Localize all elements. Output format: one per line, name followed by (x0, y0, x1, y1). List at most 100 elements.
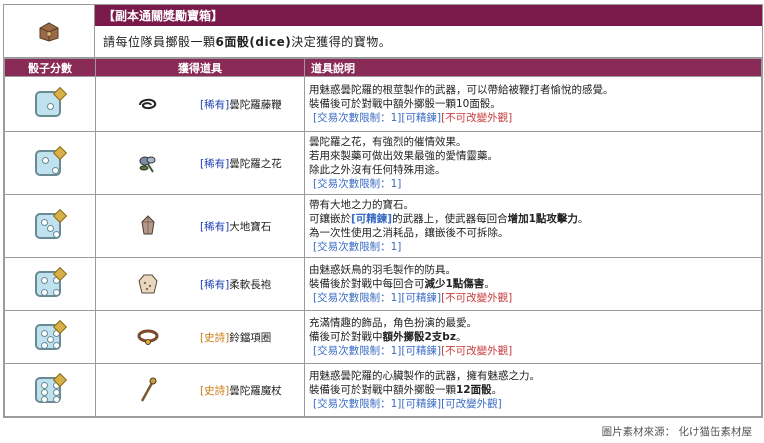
trade-limit-note: [交易次數限制：1][可精鍊] (313, 345, 442, 357)
item-description: 用魅惑曇陀羅的根莖製作的武器，可以帶給被鞭打者愉悅的感覺。 裝備後可於對戰中額外擲… (304, 76, 762, 132)
line-text: 。 (484, 278, 495, 290)
line-text: 充滿情趣的飾品，角色扮演的最愛。 (309, 317, 477, 329)
dice-6-icon (35, 372, 68, 405)
item-description: 曇陀羅之花，有強烈的催情效果。 若用來製藥可做出效果最強的愛情靈藥。 除此之外沒有任… (304, 131, 762, 195)
description-line: 為一次性使用之消耗品，鑲嵌後不可拆除。 (309, 226, 757, 240)
item-cell: [稀有]曇陀羅藤鞭 (95, 76, 305, 132)
reward-table: 骰子分數 獲得道具 道具說明 [稀有]曇陀羅藤鞭 用魅惑曇陀羅的根莖製作的武器，可… (4, 58, 762, 417)
description-line: 裝備後可於對戰中額外擲骰一顆10面骰。 (309, 97, 757, 111)
description-line: 曇陀羅之花，有強烈的催情效果。 (309, 135, 757, 149)
item-cell: [稀有]曇陀羅之花 (95, 131, 305, 195)
table-row: [稀有]柔軟長袍 由魅惑妖鳥的羽毛製作的防具。 裝備後於對戰中每回合可減少1點傷害。… (4, 257, 762, 311)
line-bold: 增加1點攻擊力 (507, 213, 578, 225)
item-name: [稀有]柔軟長袍 (200, 277, 271, 292)
item-cell: [稀有]大地寶石 (95, 194, 305, 258)
desc-text: 請每位隊員擲骰一顆 (103, 35, 216, 49)
whip-icon (96, 96, 200, 112)
dice-5-icon (35, 319, 68, 352)
description-line: 裝備後於對戰中每回合可減少1點傷害。 (309, 277, 757, 291)
dice-4-icon (35, 266, 68, 299)
line-text: 用魅惑曇陀羅的根莖製作的武器，可以帶給被鞭打者愉悅的感覺。 (309, 84, 614, 96)
table-row: [史詩]鈴鐺項圈 充滿情趣的飾品，角色扮演的最愛。 備後可於對戰中額外擲骰2支bz。… (4, 310, 762, 364)
line-bold: 12面骰 (456, 384, 492, 396)
item-description: 帶有大地之力的寶石。 可鑲嵌於[可精鍊]的武器上，使武器每回合增加1點攻擊力。 為一… (304, 194, 762, 258)
line-text: 裝備後可於對戰中額外擲骰一顆 (309, 384, 456, 396)
item-rarity-tag: [稀有] (200, 98, 230, 111)
trade-limit-note: [交易次數限制：1][可精鍊] (313, 112, 442, 124)
treasure-chest-icon (4, 5, 95, 57)
description-line: 可鑲嵌於[可精鍊]的武器上，使武器每回合增加1點攻擊力。 (309, 212, 757, 226)
line-text: 用魅惑曇陀羅的心臟製作的武器，擁有魅惑之力。 (309, 370, 540, 382)
line-bold: 額外擲骰2支bz (382, 331, 456, 343)
item-description: 充滿情趣的飾品，角色扮演的最愛。 備後可於對戰中額外擲骰2支bz。 [交易次數限制：… (304, 310, 762, 364)
description-line: 若用來製藥可做出效果最強的愛情靈藥。 (309, 149, 757, 163)
dice-3-icon (35, 208, 68, 241)
description-line: [交易次數限制：1][可精鍊][不可改變外觀] (309, 111, 757, 125)
table-row: [史詩]曇陀羅魔杖 用魅惑曇陀羅的心臟製作的武器，擁有魅惑之力。 裝備後可於對戰中額… (4, 363, 762, 417)
gem-icon (96, 215, 200, 237)
page-title: 【副本通關獎勵寶箱】 (95, 5, 762, 26)
description-line: [交易次數限制：1] (309, 240, 757, 254)
reward-table-frame: 【副本通關獎勵寶箱】 請每位隊員擲骰一顆 6面骰(dice) 決定獲得的寶物。 … (3, 4, 763, 418)
dice-1-icon (35, 86, 68, 119)
description-line: 用魅惑曇陀羅的心臟製作的武器，擁有魅惑之力。 (309, 369, 757, 383)
line-text: 裝備後可於對戰中額外擲骰一顆10面骰。 (309, 98, 501, 110)
item-name-text: 柔軟長袍 (229, 278, 272, 291)
description-line: 由魅惑妖鳥的羽毛製作的防具。 (309, 263, 757, 277)
desc-text-end: 決定獲得的寶物。 (291, 35, 392, 49)
table-row: [稀有]曇陀羅藤鞭 用魅惑曇陀羅的根莖製作的武器，可以帶給被鞭打者愉悅的感覺。 裝備… (4, 76, 762, 132)
dice-score-cell (4, 310, 96, 364)
item-description: 由魅惑妖鳥的羽毛製作的防具。 裝備後於對戰中每回合可減少1點傷害。 [交易次數限制：… (304, 257, 762, 311)
item-description: 用魅惑曇陀羅的心臟製作的武器，擁有魅惑之力。 裝備後可於對戰中額外擲骰一顆12面骰… (304, 363, 762, 417)
item-name-text: 大地寶石 (229, 220, 272, 233)
line-text: 除此之外沒有任何特殊用途。 (309, 164, 446, 176)
dice-score-cell (4, 194, 96, 258)
flower-icon (96, 152, 200, 174)
robe-icon (96, 273, 200, 295)
dice-2-icon (35, 145, 68, 178)
dice-score-cell (4, 76, 96, 132)
dice-score-cell (4, 131, 96, 195)
item-cell: [史詩]鈴鐺項圈 (95, 310, 305, 364)
line-text: 。 (577, 213, 589, 225)
line-text: 帶有大地之力的寶石。 (309, 199, 414, 211)
item-name-text: 曇陀羅藤鞭 (229, 98, 282, 111)
desc-dice: 6面骰(dice) (215, 35, 292, 49)
description-line: 充滿情趣的飾品，角色扮演的最愛。 (309, 316, 757, 330)
trade-limit-note: [交易次數限制：1][可精鍊][可改變外觀] (313, 398, 502, 410)
item-rarity-tag: [稀有] (200, 278, 230, 291)
item-rarity-tag: [史詩] (200, 384, 230, 397)
line-text: 的武器上，使武器每回合 (392, 213, 508, 225)
refine-tag: [可精鍊] (351, 213, 393, 225)
item-name: [稀有]曇陀羅之花 (200, 156, 282, 171)
item-name: [稀有]曇陀羅藤鞭 (200, 97, 282, 112)
description-line: 帶有大地之力的寶石。 (309, 198, 757, 212)
item-cell: [史詩]曇陀羅魔杖 (95, 363, 305, 417)
header-section: 【副本通關獎勵寶箱】 請每位隊員擲骰一顆 6面骰(dice) 決定獲得的寶物。 (4, 5, 762, 58)
line-bold: 減少1點傷害 (424, 278, 485, 290)
trade-limit-note: [交易次數限制：1][可精鍊] (313, 292, 442, 304)
trade-limit-note: [交易次數限制：1] (313, 241, 402, 253)
line-text: 。 (455, 331, 467, 343)
item-rarity-tag: [史詩] (200, 331, 230, 344)
item-name: [史詩]鈴鐺項圈 (200, 330, 271, 345)
description-line: [交易次數限制：1][可精鍊][不可改變外觀] (309, 344, 757, 358)
appearance-note: [不可改變外觀] (441, 112, 513, 124)
item-rarity-tag: [稀有] (200, 157, 230, 170)
item-name: [史詩]曇陀羅魔杖 (200, 383, 282, 398)
description-line: [交易次數限制：1] (309, 177, 757, 191)
item-name-text: 曇陀羅魔杖 (229, 384, 282, 397)
item-rarity-tag: [稀有] (200, 220, 230, 233)
item-name: [稀有]大地寶石 (200, 219, 271, 234)
col-header-score: 骰子分數 (4, 58, 96, 77)
table-row: [稀有]曇陀羅之花 曇陀羅之花，有強烈的催情效果。 若用來製藥可做出效果最強的愛情靈… (4, 131, 762, 195)
line-text: 備後可於對戰中 (309, 331, 383, 343)
description-line: 備後可於對戰中額外擲骰2支bz。 (309, 330, 757, 344)
item-cell: [稀有]柔軟長袍 (95, 257, 305, 311)
line-text: 由魅惑妖鳥的羽毛製作的防具。 (309, 264, 456, 276)
collar-icon (96, 328, 200, 346)
description-line: 裝備後可於對戰中額外擲骰一顆12面骰。 (309, 383, 757, 397)
table-row: [稀有]大地寶石 帶有大地之力的寶石。 可鑲嵌於[可精鍊]的武器上，使武器每回合增加… (4, 194, 762, 258)
line-text: 為一次性使用之消耗品，鑲嵌後不可拆除。 (309, 227, 509, 239)
item-name-text: 曇陀羅之花 (229, 157, 282, 170)
